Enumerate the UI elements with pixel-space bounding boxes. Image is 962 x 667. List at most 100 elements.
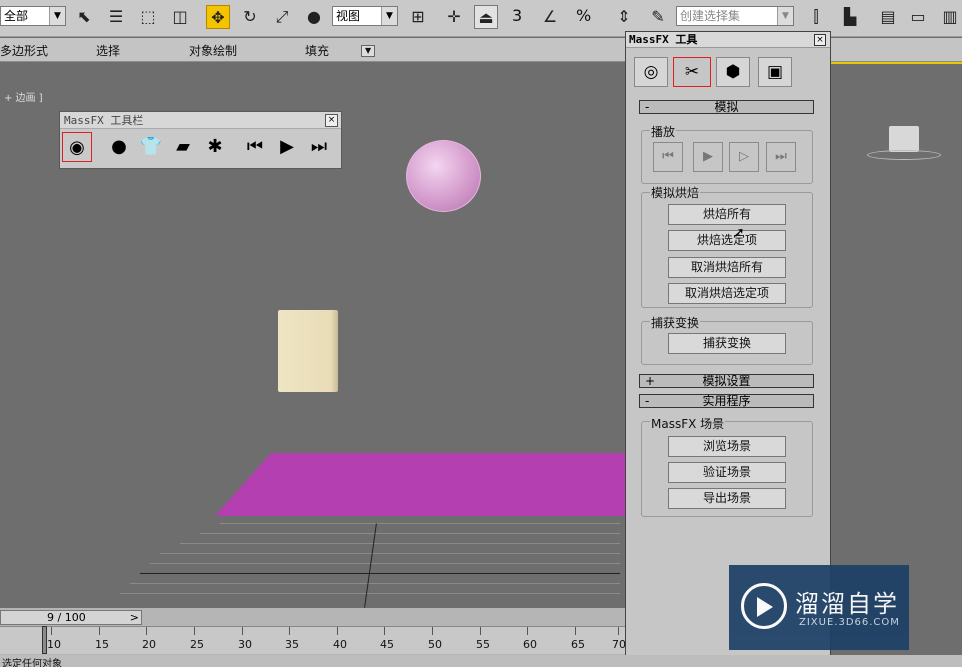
- pink-sphere[interactable]: [406, 140, 481, 212]
- tick-label: 45: [380, 638, 394, 651]
- close-icon[interactable]: ×: [325, 114, 338, 127]
- window-crossing-icon[interactable]: ◫: [168, 5, 192, 29]
- tick-label: 70: [612, 638, 626, 651]
- selection-filter-value: 全部: [4, 9, 29, 23]
- tab-world-parameters[interactable]: ◎: [634, 57, 668, 87]
- close-icon[interactable]: ×: [814, 34, 826, 46]
- rollout-collapse-sign: -: [645, 100, 650, 114]
- tick-label: 25: [190, 638, 204, 651]
- panel-title[interactable]: MassFX 工具: [626, 32, 830, 48]
- curve-editor-icon[interactable]: ▥: [938, 5, 962, 29]
- massfx-toolbar: MassFX 工具栏 × ◉ ● 👕 ▰ ✱ ⏮ ▶ ⏭: [59, 111, 342, 169]
- rotate-tool-icon[interactable]: ↻: [238, 5, 262, 29]
- tick-label: 60: [523, 638, 537, 651]
- select-by-name-icon[interactable]: ☰: [104, 5, 128, 29]
- ribbon-tab-object-paint[interactable]: 对象绘制: [189, 42, 237, 59]
- tick: [337, 627, 338, 635]
- explore-scene-button[interactable]: 浏览场景: [668, 436, 786, 457]
- group-capture-label: 捕获变换: [650, 314, 701, 331]
- export-scene-button[interactable]: 导出场景: [668, 488, 786, 509]
- select-object-icon[interactable]: ⬉: [72, 5, 96, 29]
- massfx-toolbar-title[interactable]: MassFX 工具栏: [60, 112, 341, 129]
- tab-simulation-tools[interactable]: ✂: [673, 57, 711, 87]
- capture-transform-button[interactable]: 捕获变换: [668, 333, 786, 354]
- percent-snap-toggle[interactable]: %: [576, 6, 591, 25]
- rollout-simulation[interactable]: - 模拟: [639, 100, 814, 114]
- frame-display: 9 / 100: [47, 611, 86, 624]
- start-simulation-icon[interactable]: ▶: [272, 132, 302, 162]
- mirror-icon[interactable]: ⫿: [804, 5, 828, 29]
- rect-selection-icon[interactable]: ⬚: [136, 5, 160, 29]
- angle-snap-icon[interactable]: ∠: [538, 5, 562, 29]
- pivot-center-icon[interactable]: ⊞: [406, 5, 430, 29]
- start-simulation-icon[interactable]: ▶: [693, 142, 723, 172]
- tick: [480, 627, 481, 635]
- rollout-simulation-settings[interactable]: + 模拟设置: [639, 374, 814, 388]
- viewport-label[interactable]: + 边画 ]: [4, 89, 43, 104]
- ribbon-tab-populate[interactable]: 填充: [305, 42, 329, 59]
- reset-simulation-icon[interactable]: ⏮: [653, 142, 683, 172]
- keyboard-shortcut-icon[interactable]: ⏏: [474, 5, 498, 29]
- cream-box[interactable]: [278, 310, 338, 392]
- start-no-animation-icon[interactable]: ▷: [729, 142, 759, 172]
- watermark-play-icon: [757, 597, 773, 617]
- rollout-collapse-sign: -: [645, 394, 650, 408]
- tick-label: 40: [333, 638, 347, 651]
- reset-simulation-icon[interactable]: ⏮: [240, 132, 270, 162]
- scale-tool-icon[interactable]: ⤢: [270, 5, 294, 29]
- rigid-body-icon[interactable]: ●: [104, 132, 134, 162]
- group-scene-label: MassFX 场景: [650, 415, 726, 432]
- tick: [618, 627, 619, 635]
- ragdoll-icon[interactable]: ✱: [200, 132, 230, 162]
- tick-label: 50: [428, 638, 442, 651]
- tick-label: 30: [238, 638, 252, 651]
- chevron-down-icon: ▼: [777, 7, 793, 25]
- spinner-snap-icon[interactable]: ⇕: [612, 5, 636, 29]
- tick: [99, 627, 100, 635]
- rollout-utilities-label: 实用程序: [702, 394, 751, 408]
- purple-ground-plane[interactable]: [215, 453, 625, 516]
- step-simulation-icon[interactable]: ⏭: [304, 132, 334, 162]
- align-icon[interactable]: ▙: [838, 5, 862, 29]
- group-playback-label: 播放: [650, 123, 677, 140]
- ribbon-tab-select[interactable]: 选择: [96, 42, 120, 59]
- named-selection-placeholder: 创建选择集: [680, 9, 741, 23]
- watermark-brand: 溜溜自学: [795, 590, 899, 618]
- constraint-icon[interactable]: ▰: [168, 132, 198, 162]
- move-tool-icon[interactable]: ✥: [206, 5, 230, 29]
- place-tool-icon[interactable]: ●: [302, 5, 326, 29]
- step-simulation-icon[interactable]: ⏭: [766, 142, 796, 172]
- tick: [527, 627, 528, 635]
- tick-label: 20: [142, 638, 156, 651]
- unbake-selected-button[interactable]: 取消烘焙选定项: [668, 283, 786, 304]
- edit-named-sets-icon[interactable]: ✎: [646, 5, 670, 29]
- tick: [289, 627, 290, 635]
- tab-multi-object-editor[interactable]: ⬢: [716, 57, 750, 87]
- time-slider[interactable]: 9 / 100 >: [0, 610, 142, 625]
- chevron-down-icon: ▼: [49, 7, 65, 25]
- layer-manager-icon[interactable]: ▤: [876, 5, 900, 29]
- validate-scene-button[interactable]: 验证场景: [668, 462, 786, 483]
- selection-filter-dropdown[interactable]: 全部 ▼: [0, 6, 66, 26]
- tab-display-options[interactable]: ▣: [758, 57, 792, 87]
- tick-label: 65: [571, 638, 585, 651]
- bake-selected-button[interactable]: 烘焙选定项: [668, 230, 786, 251]
- tick: [384, 627, 385, 635]
- named-selection-dropdown[interactable]: 创建选择集 ▼: [676, 6, 794, 26]
- rollout-expand-sign: +: [645, 374, 656, 388]
- bake-all-button[interactable]: 烘焙所有: [668, 204, 786, 225]
- watermark-url: ZIXUE.3D66.COM: [799, 617, 900, 628]
- ribbon-toggle-icon[interactable]: ▭: [906, 5, 930, 29]
- right-viewport[interactable]: [829, 62, 962, 606]
- mcloth-icon[interactable]: 👕: [136, 132, 166, 162]
- ref-coord-dropdown[interactable]: 视图 ▼: [332, 6, 398, 26]
- next-frame-button[interactable]: >: [130, 611, 139, 624]
- viewcube-icon[interactable]: [889, 126, 919, 152]
- unbake-all-button[interactable]: 取消烘焙所有: [668, 257, 786, 278]
- rollout-utilities[interactable]: - 实用程序: [639, 394, 814, 408]
- select-manipulate-icon[interactable]: ✛: [442, 5, 466, 29]
- ribbon-options-dropdown[interactable]: ▼: [361, 45, 376, 57]
- snap-3d-toggle[interactable]: 3: [512, 6, 522, 25]
- ribbon-tab-polygon[interactable]: 多边形式: [0, 42, 48, 59]
- massfx-tools-icon[interactable]: ◉: [62, 132, 92, 162]
